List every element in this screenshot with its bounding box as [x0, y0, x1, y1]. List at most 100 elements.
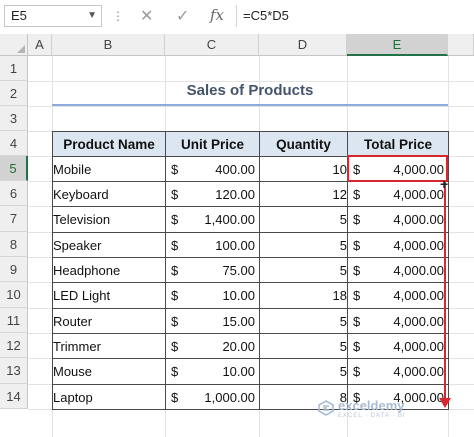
cell-unit-price[interactable]: $1,000.00	[165, 384, 260, 410]
cell-total-price[interactable]: $4,000.00	[347, 333, 449, 359]
formula-input[interactable]: =C5*D5	[236, 5, 472, 27]
cell-quantity[interactable]: 10	[259, 156, 348, 182]
cell-quantity[interactable]: 18	[259, 282, 348, 309]
header-unit-price[interactable]: Unit Price	[165, 131, 260, 157]
cell-product-name[interactable]: Headphone	[52, 257, 166, 283]
cell-unit-price[interactable]: $400.00	[165, 156, 260, 182]
currency-symbol: $	[171, 162, 179, 177]
row-header-5[interactable]: 5	[0, 156, 28, 181]
column-header-d[interactable]: D	[259, 34, 347, 56]
row-header-10[interactable]: 10	[0, 282, 28, 308]
cell-quantity[interactable]: 5	[259, 333, 348, 359]
cell-product-name[interactable]: LED Light	[52, 282, 166, 309]
select-all-icon	[17, 45, 25, 53]
row-header-14[interactable]: 14	[0, 384, 28, 409]
cell-product-name[interactable]: Trimmer	[52, 333, 166, 359]
cell-product-name[interactable]: Keyboard	[52, 181, 166, 207]
cell-unit-price[interactable]: $10.00	[165, 358, 260, 385]
column-header-f[interactable]	[448, 34, 474, 56]
currency-symbol: $	[171, 263, 179, 278]
total-price-value: 4,000.00	[393, 212, 444, 227]
cell-unit-price[interactable]: $15.00	[165, 308, 260, 334]
check-icon[interactable]: ✓	[176, 6, 189, 26]
currency-symbol: $	[171, 288, 179, 303]
row-header-7[interactable]: 7	[0, 206, 28, 232]
row-header-6[interactable]: 6	[0, 181, 28, 206]
cancel-icon[interactable]: ✕	[140, 6, 153, 26]
cell-product-name[interactable]: Television	[52, 206, 166, 233]
header-total-price[interactable]: Total Price	[347, 131, 449, 157]
cell-quantity[interactable]: 8	[259, 384, 348, 410]
row-header-12[interactable]: 12	[0, 333, 28, 358]
currency-symbol: $	[353, 364, 361, 379]
cell-product-name[interactable]: Mobile	[52, 156, 166, 182]
row-header-2[interactable]: 2	[0, 81, 28, 106]
total-price-value: 4,000.00	[393, 238, 444, 253]
cell-unit-price[interactable]: $20.00	[165, 333, 260, 359]
unit-price-value: 75.00	[222, 263, 255, 278]
currency-symbol: $	[353, 187, 361, 202]
cell-unit-price[interactable]: $120.00	[165, 181, 260, 207]
row-header-9[interactable]: 9	[0, 257, 28, 282]
cell-product-name[interactable]: Router	[52, 308, 166, 334]
cell-unit-price[interactable]: $75.00	[165, 257, 260, 283]
cell-total-price[interactable]: $4,000.00	[347, 308, 449, 334]
cell-unit-price[interactable]: $1,400.00	[165, 206, 260, 233]
insert-function-icon[interactable]: fx	[210, 6, 224, 24]
name-box-value: E5	[11, 8, 27, 23]
exceldemy-logo-icon	[318, 400, 334, 416]
row-header-3[interactable]: 3	[0, 106, 28, 131]
select-all-corner[interactable]	[0, 34, 28, 56]
active-cell-highlight[interactable]	[347, 155, 448, 182]
cell-total-price[interactable]: $4,000.00	[347, 282, 449, 309]
row-header-4[interactable]: 4	[0, 131, 28, 156]
row-header-1[interactable]: 1	[0, 56, 28, 81]
total-price-value: 4,000.00	[393, 314, 444, 329]
column-header-b[interactable]: B	[52, 34, 165, 56]
currency-symbol: $	[353, 288, 361, 303]
cell-total-price[interactable]: $4,000.00	[347, 206, 449, 233]
cell-total-price[interactable]: $4,000.00	[347, 232, 449, 258]
header-product-name[interactable]: Product Name	[52, 131, 166, 157]
cell-quantity[interactable]: 5	[259, 206, 348, 233]
currency-symbol: $	[353, 339, 361, 354]
cell-product-name[interactable]: Speaker	[52, 232, 166, 258]
row-header-11[interactable]: 11	[0, 308, 28, 333]
cell-total-price[interactable]: $4,000.00	[347, 181, 449, 207]
header-quantity[interactable]: Quantity	[259, 131, 348, 157]
row-header-13[interactable]: 13	[0, 358, 28, 384]
table-row: Trimmer $20.00 5 $4,000.00	[52, 333, 449, 359]
fill-handle-icon[interactable]: +	[440, 176, 448, 192]
cell-total-price[interactable]: $4,000.00	[347, 358, 449, 385]
cell-quantity[interactable]: 12	[259, 181, 348, 207]
cell-quantity[interactable]: 5	[259, 308, 348, 334]
cell-quantity[interactable]: 5	[259, 232, 348, 258]
unit-price-value: 1,400.00	[204, 212, 255, 227]
currency-symbol: $	[171, 339, 179, 354]
row-header-8[interactable]: 8	[0, 232, 28, 257]
cell-product-name[interactable]: Mouse	[52, 358, 166, 385]
watermark-tagline: EXCEL · DATA · BI	[338, 413, 406, 419]
cell-total-price[interactable]: $4,000.00	[347, 257, 449, 283]
gridline-row	[28, 106, 474, 107]
cell-unit-price[interactable]: $100.00	[165, 232, 260, 258]
name-box[interactable]: E5 ▼	[4, 5, 102, 27]
resize-handle-icon[interactable]: ⋮	[112, 9, 124, 23]
currency-symbol: $	[171, 238, 179, 253]
currency-symbol: $	[171, 364, 179, 379]
cell-product-name[interactable]: Laptop	[52, 384, 166, 410]
total-price-value: 4,000.00	[393, 263, 444, 278]
table-row: Mouse $10.00 5 $4,000.00	[52, 358, 449, 385]
column-header-e[interactable]: E	[347, 34, 448, 56]
column-header-a[interactable]: A	[28, 34, 52, 56]
chevron-down-icon[interactable]: ▼	[87, 6, 97, 26]
total-price-value: 4,000.00	[393, 288, 444, 303]
column-header-c[interactable]: C	[165, 34, 259, 56]
cell-quantity[interactable]: 5	[259, 358, 348, 385]
currency-symbol: $	[353, 212, 361, 227]
cell-unit-price[interactable]: $10.00	[165, 282, 260, 309]
total-price-value: 4,000.00	[393, 364, 444, 379]
cell-quantity[interactable]: 5	[259, 257, 348, 283]
unit-price-value: 400.00	[215, 162, 255, 177]
table-header-row: Product Name Unit Price Quantity Total P…	[52, 131, 449, 157]
